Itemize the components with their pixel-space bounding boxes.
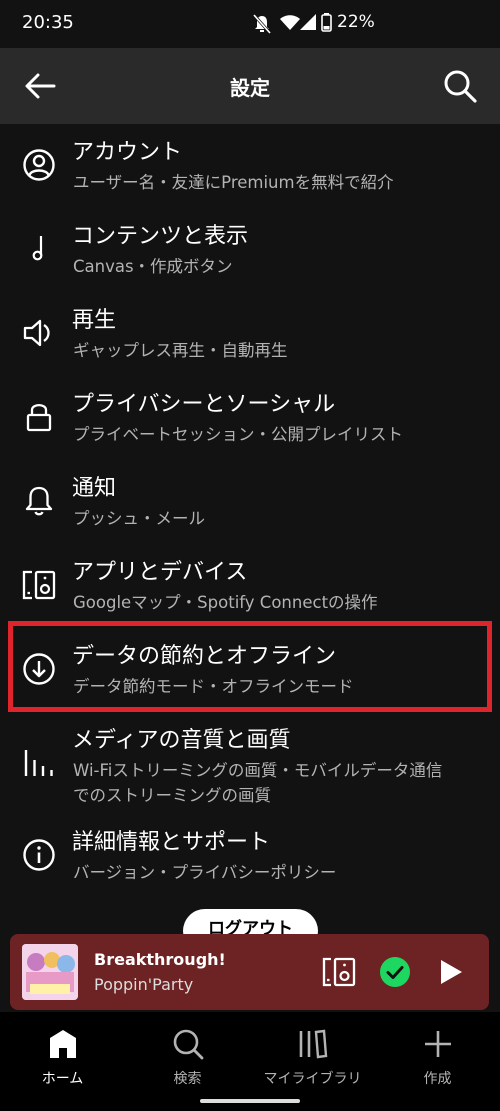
setting-account[interactable]: アカウント ユーザー名・友達にPremiumを無料で紹介 [0,124,500,208]
setting-title: 再生 [72,308,117,333]
setting-subtitle: プライベートセッション・公開プレイリスト [73,425,403,444]
search-icon [173,1029,203,1060]
setting-playback[interactable]: 再生 ギャップレス再生・自動再生 [0,292,500,376]
device-connect-icon[interactable] [322,956,356,988]
check-circle-icon[interactable] [379,956,411,988]
nav-search[interactable]: 検索 [125,1028,250,1088]
home-indicator[interactable] [200,1099,300,1103]
setting-privacy-social[interactable]: プライバシーとソーシャル プライベートセッション・公開プレイリスト [0,376,500,460]
music-note-icon [32,236,43,261]
setting-title: アプリとデバイス [72,560,248,585]
mini-player[interactable]: Breakthrough! Poppin'Party [10,934,489,1010]
setting-subtitle: Wi-Fiストリーミングの画質・モバイルデータ通信 [73,761,443,780]
setting-about-support[interactable]: 詳細情報とサポート バージョン・プライバシーポリシー [0,820,500,904]
battery-percent: 22% [337,12,375,32]
setting-title: メディアの音質と画質 [72,728,291,753]
nav-label: ホーム [41,1071,84,1087]
wifi-icon [280,15,300,30]
play-icon[interactable] [438,958,464,986]
status-bar: 20:35 22% [0,0,500,48]
setting-subtitle: ギャップレス再生・自動再生 [73,341,288,360]
signal-icon [300,14,316,30]
bell-off-icon [253,14,271,34]
nav-label: マイライブラリ [263,1071,362,1087]
setting-subtitle: Canvas・作成ボタン [73,257,233,276]
setting-title: アカウント [72,140,183,165]
nav-library[interactable]: マイライブラリ [250,1028,375,1088]
track-artist: Poppin'Party [94,975,194,994]
setting-subtitle: ユーザー名・友達にPremiumを無料で紹介 [73,173,394,192]
search-icon[interactable] [442,68,478,104]
setting-notifications[interactable]: 通知 プッシュ・メール [0,460,500,544]
nav-create[interactable]: 作成 [375,1028,500,1088]
battery-icon [321,13,332,32]
setting-subtitle: バージョン・プライバシーポリシー [73,863,337,882]
nav-home[interactable]: ホーム [0,1028,125,1088]
bottom-nav: ホーム 検索 マイライブラリ 作成 [0,1012,500,1111]
highlight-annotation-box [8,621,492,712]
equalizer-icon [24,750,53,776]
plus-icon [424,1031,451,1057]
speaker-icon [23,319,50,347]
nav-label: 作成 [423,1071,452,1087]
setting-title: 詳細情報とサポート [72,830,271,855]
setting-media-quality[interactable]: メディアの音質と画質 Wi-Fiストリーミングの画質・モバイルデータ通信 でのス… [0,712,500,820]
setting-content-display[interactable]: コンテンツと表示 Canvas・作成ボタン [0,208,500,292]
app-header: 設定 [0,48,500,124]
setting-apps-devices[interactable]: アプリとデバイス Googleマップ・Spotify Connectの操作 [0,544,500,628]
album-art [22,944,78,1000]
setting-title: 通知 [72,476,117,501]
setting-subtitle: プッシュ・メール [73,509,205,528]
nav-label: 検索 [173,1071,202,1087]
bell-icon [25,486,53,516]
info-icon [23,839,55,871]
account-icon [23,149,55,181]
status-time: 20:35 [22,12,74,33]
library-icon [299,1029,327,1059]
setting-subtitle-line2: でのストリーミングの画質 [73,786,271,805]
page-title: 設定 [230,76,270,100]
setting-subtitle: Googleマップ・Spotify Connectの操作 [73,593,378,612]
track-title: Breakthrough! [94,950,226,969]
setting-title: コンテンツと表示 [72,224,249,249]
devices-icon [22,570,56,600]
home-icon [49,1030,76,1058]
lock-icon [26,403,52,432]
setting-title: プライバシーとソーシャル [72,392,336,417]
